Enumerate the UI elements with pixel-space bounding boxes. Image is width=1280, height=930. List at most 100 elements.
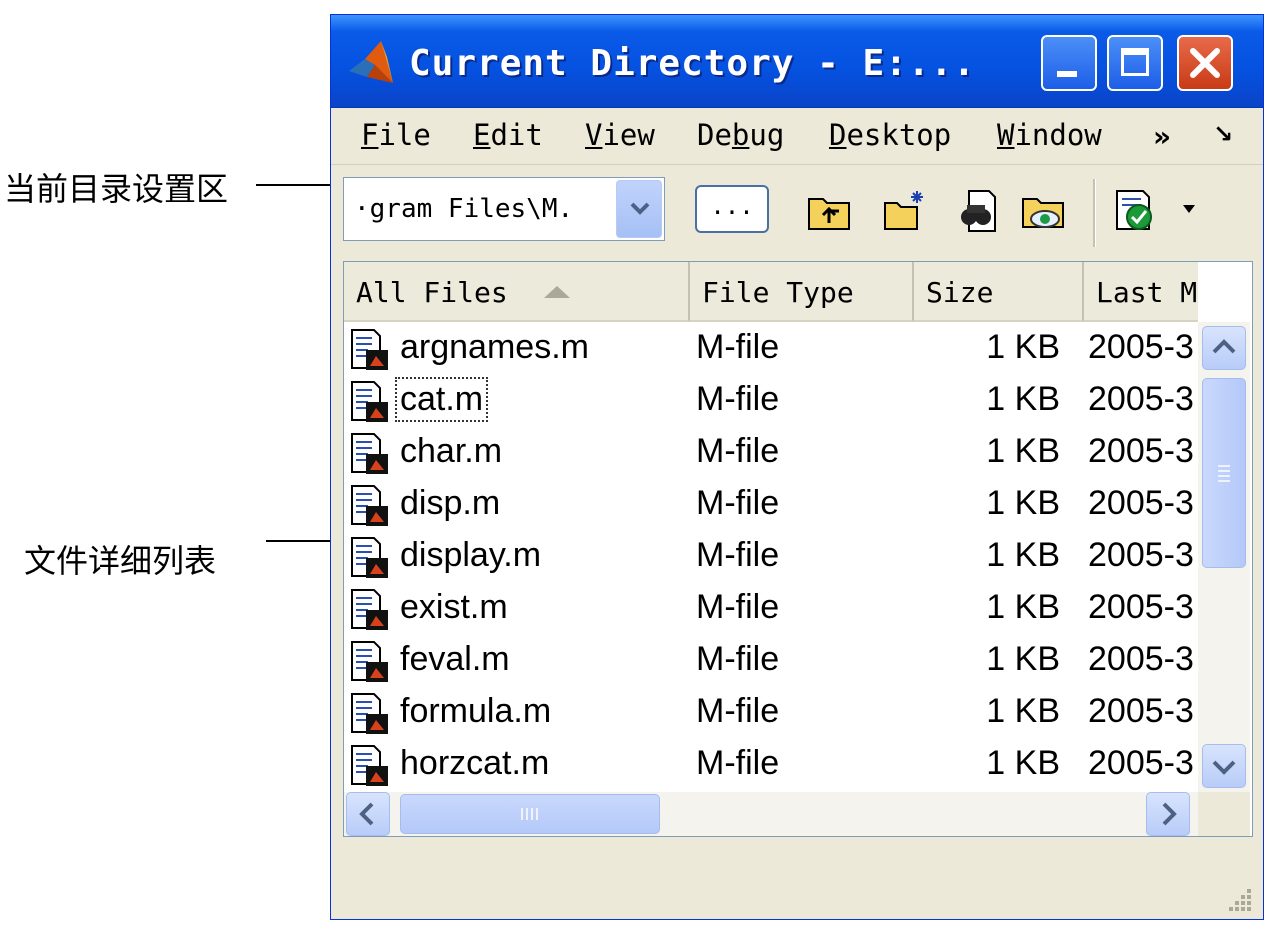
visual-directory-icon[interactable] bbox=[1021, 189, 1065, 233]
file-last-modified: 2005-3 bbox=[1088, 328, 1194, 366]
current-directory-combo[interactable]: ·gram Files\M. bbox=[343, 177, 665, 241]
table-row[interactable]: horzcat.m M-file 1 KB 2005-3 bbox=[344, 738, 1196, 790]
undock-arrow-icon[interactable]: ↘ bbox=[1213, 120, 1233, 148]
vertical-scrollbar[interactable] bbox=[1198, 322, 1250, 792]
chevron-left-icon bbox=[359, 802, 374, 826]
table-row[interactable]: feval.m M-file 1 KB 2005-3 bbox=[344, 634, 1196, 686]
matlab-logo-icon bbox=[349, 41, 393, 83]
m-file-icon bbox=[350, 380, 390, 424]
close-button[interactable] bbox=[1177, 35, 1233, 91]
table-row[interactable]: char.m M-file 1 KB 2005-3 bbox=[344, 426, 1196, 478]
file-type: M-file bbox=[696, 744, 780, 782]
grip-lines-icon bbox=[521, 808, 538, 820]
file-size: 1 KB bbox=[986, 588, 1060, 626]
file-size: 1 KB bbox=[986, 536, 1060, 574]
column-header-file-type[interactable]: File Type bbox=[690, 262, 914, 322]
column-header-all-files[interactable]: All Files bbox=[344, 262, 690, 322]
scroll-left-button[interactable] bbox=[346, 792, 390, 836]
scroll-right-button[interactable] bbox=[1146, 792, 1190, 836]
file-last-modified: 2005-3 bbox=[1088, 588, 1194, 626]
file-type: M-file bbox=[696, 380, 780, 418]
file-size: 1 KB bbox=[986, 692, 1060, 730]
current-directory-window: Current Directory - E:... File Edit View… bbox=[330, 14, 1264, 920]
horizontal-scroll-thumb[interactable] bbox=[400, 794, 660, 834]
minimize-button[interactable] bbox=[1041, 35, 1097, 91]
file-type: M-file bbox=[696, 640, 780, 678]
m-file-icon bbox=[350, 432, 390, 476]
chevron-up-icon bbox=[1212, 339, 1236, 354]
scrollbar-corner bbox=[1198, 792, 1250, 836]
file-type: M-file bbox=[696, 536, 780, 574]
close-icon bbox=[1190, 48, 1220, 78]
file-name: argnames.m bbox=[400, 328, 589, 366]
m-file-icon bbox=[350, 692, 390, 736]
menu-view[interactable]: View bbox=[585, 118, 655, 152]
m-file-icon bbox=[350, 588, 390, 632]
up-folder-icon[interactable] bbox=[807, 189, 851, 233]
scroll-up-button[interactable] bbox=[1202, 326, 1246, 370]
table-row[interactable]: display.m M-file 1 KB 2005-3 bbox=[344, 530, 1196, 582]
file-last-modified: 2005-3 bbox=[1088, 744, 1194, 782]
vertical-scroll-thumb[interactable] bbox=[1202, 378, 1246, 568]
file-type: M-file bbox=[696, 328, 780, 366]
toolbar-separator bbox=[1093, 179, 1096, 247]
menu-overflow-chevron[interactable]: » bbox=[1153, 120, 1171, 153]
file-size: 1 KB bbox=[986, 484, 1060, 522]
menu-bar: File Edit View Debug Desktop Window » ↘ bbox=[331, 108, 1263, 165]
status-bar bbox=[331, 837, 1263, 919]
grip-lines-icon bbox=[1218, 465, 1230, 482]
current-directory-value[interactable]: ·gram Files\M. bbox=[354, 194, 573, 224]
file-type: M-file bbox=[696, 432, 780, 470]
annotation-directory-setting: 当前目录设置区 bbox=[4, 170, 229, 208]
file-last-modified: 2005-3 bbox=[1088, 640, 1194, 678]
file-name: horzcat.m bbox=[400, 744, 550, 782]
file-last-modified: 2005-3 bbox=[1088, 432, 1194, 470]
file-type: M-file bbox=[696, 588, 780, 626]
table-row[interactable]: disp.m M-file 1 KB 2005-3 bbox=[344, 478, 1196, 530]
file-size: 1 KB bbox=[986, 432, 1060, 470]
file-name: cat.m bbox=[394, 377, 489, 422]
m-file-icon bbox=[350, 536, 390, 580]
column-header-last-modified[interactable]: Last M bbox=[1084, 262, 1198, 322]
menu-debug[interactable]: Debug bbox=[697, 118, 784, 152]
reports-icon[interactable] bbox=[1113, 189, 1157, 233]
chevron-down-icon bbox=[1212, 760, 1236, 775]
maximize-icon bbox=[1121, 48, 1149, 76]
table-row[interactable]: cat.m M-file 1 KB 2005-3 bbox=[344, 374, 1196, 426]
scroll-down-button[interactable] bbox=[1202, 744, 1246, 788]
m-file-icon bbox=[350, 744, 390, 788]
horizontal-scrollbar[interactable] bbox=[344, 792, 1198, 836]
file-size: 1 KB bbox=[986, 380, 1060, 418]
menu-window[interactable]: Window bbox=[997, 118, 1102, 152]
file-size: 1 KB bbox=[986, 328, 1060, 366]
resize-grip-icon[interactable] bbox=[1227, 885, 1253, 911]
directory-dropdown-button[interactable] bbox=[616, 180, 662, 238]
column-header-size[interactable]: Size bbox=[914, 262, 1084, 322]
file-last-modified: 2005-3 bbox=[1088, 536, 1194, 574]
table-row[interactable]: argnames.m M-file 1 KB 2005-3 bbox=[344, 322, 1196, 374]
table-row[interactable]: exist.m M-file 1 KB 2005-3 bbox=[344, 582, 1196, 634]
m-file-icon bbox=[350, 640, 390, 684]
title-bar[interactable]: Current Directory - E:... bbox=[331, 15, 1263, 108]
sort-ascending-icon bbox=[544, 286, 570, 298]
file-name: disp.m bbox=[400, 484, 501, 522]
file-type: M-file bbox=[696, 692, 780, 730]
file-name: feval.m bbox=[400, 640, 510, 678]
menu-desktop[interactable]: Desktop bbox=[829, 118, 951, 152]
reports-dropdown-icon[interactable] bbox=[1181, 203, 1197, 215]
file-size: 1 KB bbox=[986, 640, 1060, 678]
annotation-file-detail-list: 文件详细列表 bbox=[24, 542, 217, 580]
file-name: exist.m bbox=[400, 588, 508, 626]
maximize-button[interactable] bbox=[1107, 35, 1163, 91]
chevron-right-icon bbox=[1162, 802, 1177, 826]
chevron-down-icon bbox=[630, 202, 650, 215]
file-last-modified: 2005-3 bbox=[1088, 692, 1194, 730]
menu-file[interactable]: File bbox=[361, 118, 431, 152]
find-files-icon[interactable] bbox=[955, 189, 999, 233]
new-folder-icon[interactable] bbox=[883, 189, 927, 233]
menu-edit[interactable]: Edit bbox=[473, 118, 543, 152]
file-name: formula.m bbox=[400, 692, 552, 730]
file-last-modified: 2005-3 bbox=[1088, 380, 1194, 418]
table-row[interactable]: formula.m M-file 1 KB 2005-3 bbox=[344, 686, 1196, 738]
browse-folder-button[interactable]: ... bbox=[695, 185, 769, 233]
